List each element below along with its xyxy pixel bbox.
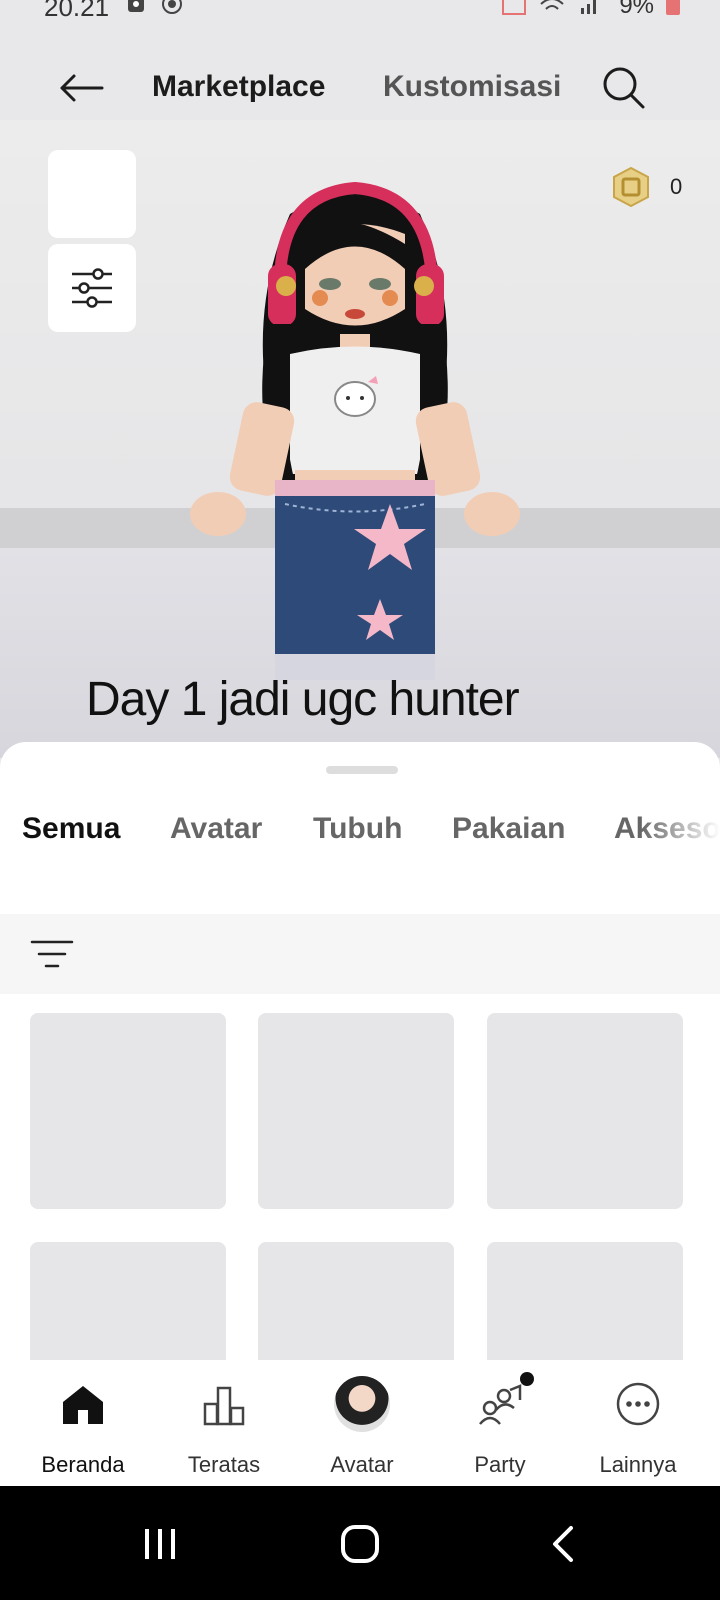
category-tab-clothing[interactable]: Pakaian [452,812,565,846]
nav-item-avatar[interactable]: Avatar [292,1360,432,1486]
arrow-left-icon [60,74,104,102]
adjust-button[interactable] [48,244,136,332]
tab-customize[interactable]: Kustomisasi [383,70,561,104]
tab-marketplace[interactable]: Marketplace [152,70,325,104]
system-navigation-bar [0,1486,720,1600]
nav-item-home[interactable]: Beranda [13,1360,153,1486]
status-time: 20.21 [44,0,110,22]
bottom-navigation: Beranda Teratas Avatar Party Lainnya [0,1360,720,1486]
more-icon [608,1378,668,1430]
status-notification-icons [126,0,184,14]
avatar-character [190,181,520,680]
status-bar: 20.21 9% [0,0,720,28]
status-right: 9% [501,0,680,20]
avatar-scene[interactable]: 0 Day 1 jadi ugc hunter [0,120,720,758]
nav-label-more: Lainnya [599,1452,677,1477]
avatar-icon [332,1376,392,1432]
battery-icon [666,0,680,15]
signal-icon [581,0,597,14]
catalog-item[interactable] [30,1013,226,1209]
nav-label-party: Party [474,1452,526,1477]
search-button[interactable] [600,64,648,112]
home-circle-icon [341,1525,379,1563]
recent-apps-icon [145,1529,175,1559]
sheet-drag-handle[interactable] [326,766,398,774]
charts-icon [194,1378,254,1430]
avatar-thumbnail [334,1376,390,1432]
robux-amount: 0 [670,174,683,199]
category-tabs: Semua Avatar Tubuh Pakaian Akseso [0,812,720,862]
gallery-notification-icon [128,0,144,12]
top-header: Marketplace Kustomisasi [0,60,720,116]
category-tab-avatar[interactable]: Avatar [170,812,262,846]
robux-icon [613,166,649,208]
battery-percent: 9% [619,0,654,19]
home-icon [53,1378,113,1430]
party-notification-dot [520,1372,534,1386]
back-button[interactable] [58,68,108,108]
sort-filter-button[interactable] [30,936,74,972]
search-icon [603,67,645,109]
video-caption: Day 1 jadi ugc hunter [86,673,520,726]
filter-icon [30,940,74,968]
recent-apps-button[interactable] [130,1514,190,1574]
category-tab-all[interactable]: Semua [22,812,120,846]
home-system-button[interactable] [330,1514,390,1574]
robux-balance[interactable]: 0 [610,166,682,208]
nav-label-avatar: Avatar [330,1452,394,1477]
sliders-icon [72,268,112,308]
record-notification-icon [162,0,182,14]
catalog-item[interactable] [258,1013,454,1209]
chevron-left-icon [553,1526,573,1562]
nav-item-party[interactable]: Party [430,1360,570,1486]
nav-label-charts: Teratas [187,1452,261,1477]
system-back-button[interactable] [532,1514,592,1574]
category-tab-body[interactable]: Tubuh [313,812,402,846]
party-icon [470,1378,530,1430]
nav-item-charts[interactable]: Teratas [154,1360,294,1486]
tabs-fade [640,812,720,862]
view-toggle-button[interactable] [48,150,136,238]
wifi-icon [540,0,564,10]
filter-row [0,914,720,994]
cast-icon [502,0,527,15]
nav-label-home: Beranda [41,1452,125,1477]
catalog-item[interactable] [487,1013,683,1209]
nav-item-more[interactable]: Lainnya [568,1360,708,1486]
